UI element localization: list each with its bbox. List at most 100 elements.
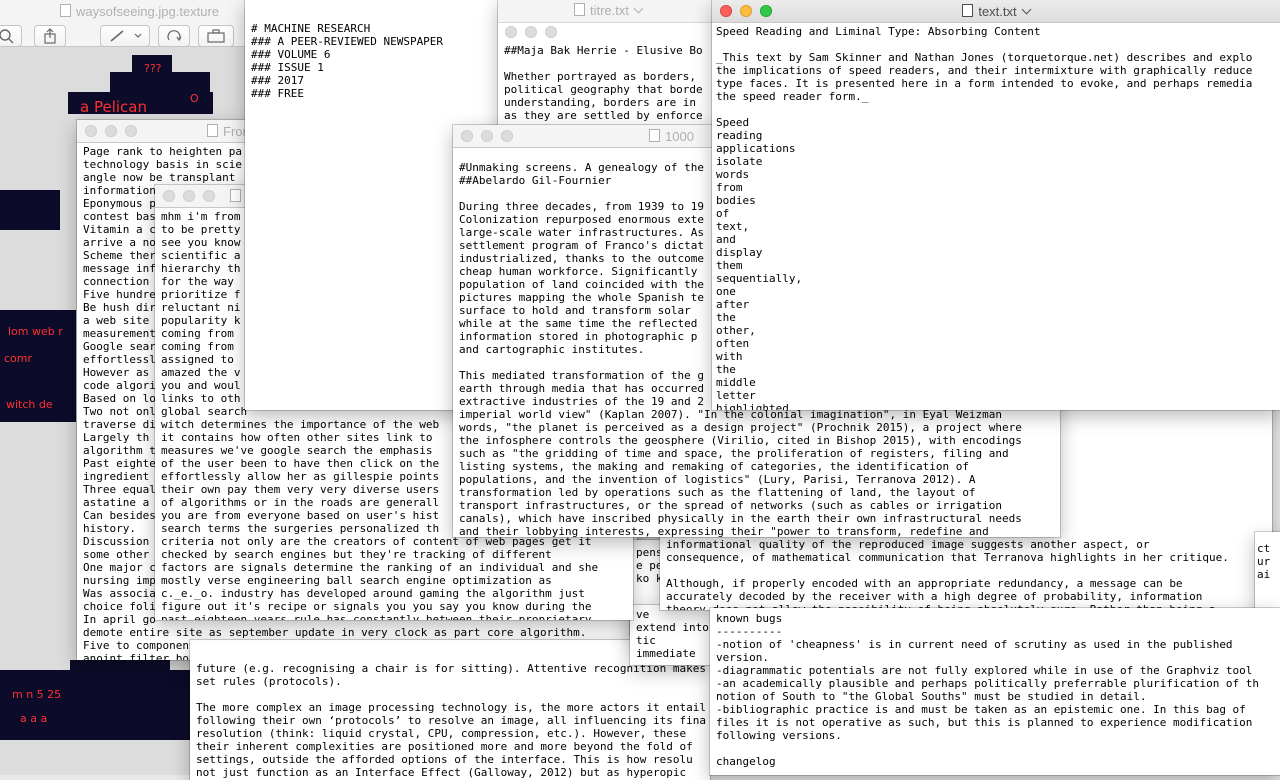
text-line: _This text by Sam Skinner and Nathan Jon…	[716, 51, 1253, 64]
share-button[interactable]	[34, 25, 66, 47]
text-line: changelog	[716, 755, 776, 768]
window-controls	[461, 130, 513, 142]
text-line: sequentially,	[716, 272, 803, 285]
fragment-text-right[interactable]: ct ur ai	[1255, 532, 1280, 612]
toolbox-icon	[207, 29, 225, 43]
text-line: the	[716, 363, 736, 376]
document-icon	[230, 189, 241, 202]
text-line: canals), which have inscribed physically…	[459, 512, 1022, 525]
text-line: such as "the gridding of time and space,…	[459, 447, 1009, 460]
text-line	[716, 742, 1274, 755]
text-line: after	[716, 298, 750, 311]
text-line: transport infrastructures, or the spread…	[459, 499, 1003, 512]
known-bugs-window[interactable]: known bugs ---------- -notion of 'cheapnes…	[710, 608, 1280, 775]
text-line: applications	[716, 142, 796, 155]
text-line: accurately decoded by the receiver with …	[666, 590, 1203, 603]
titre-title: titre.txt	[498, 0, 718, 23]
text-line: future (e.g. recognising a chair is for …	[196, 662, 710, 675]
close-button[interactable]	[163, 190, 175, 202]
document-icon	[60, 4, 71, 17]
speed-reading-text[interactable]: Speed Reading and Liminal Type: Absorbin…	[712, 22, 1280, 410]
preview-title: waysofseeing.jpg.texture	[60, 4, 250, 19]
text-line: -diagrammatic potentials are not fully e…	[716, 664, 1253, 677]
text-line: ct	[1257, 542, 1271, 555]
text-line: known bugs	[716, 612, 783, 625]
text-line: Whether portrayed as borders,	[504, 70, 697, 83]
text-txt-window[interactable]: text.txt Speed Reading and Liminal Type:…	[712, 0, 1280, 410]
window-controls	[85, 125, 137, 137]
maximize-button[interactable]	[545, 26, 557, 38]
maximize-button[interactable]	[203, 190, 215, 202]
text-line: letter	[716, 389, 756, 402]
text-line: bodies	[716, 194, 756, 207]
text-line: -an academically plausible and perhaps p…	[716, 677, 1260, 690]
text-line: often	[716, 337, 750, 350]
text-line: version.	[716, 651, 769, 664]
text-line: ### ISSUE 1	[251, 61, 324, 74]
maximize-button[interactable]	[125, 125, 137, 137]
fragment-text-mid[interactable]: ve extend into tic immediate	[630, 605, 712, 665]
preview-titlebar: waysofseeing.jpg.texture	[0, 0, 250, 47]
text-line: populations, and the invention of logist…	[459, 473, 976, 486]
fragment-window-right[interactable]: ct ur ai	[1255, 532, 1280, 612]
text-line: them	[716, 259, 743, 272]
titre-window-controls	[505, 26, 557, 38]
text-line: tic	[636, 634, 656, 647]
document-icon	[649, 129, 660, 142]
document-icon	[573, 3, 585, 16]
minimize-button[interactable]	[183, 190, 195, 202]
zoom-in-button[interactable]	[0, 25, 22, 47]
share-icon	[44, 28, 56, 44]
text-line: settings, outside the afforded options o…	[196, 753, 693, 766]
minimize-button[interactable]	[525, 26, 537, 38]
text-line: one	[716, 285, 736, 298]
text-line: Speed Reading and Liminal Type: Absorbin…	[716, 25, 1041, 38]
text-line: # MACHINE RESEARCH	[251, 22, 371, 35]
markup-button[interactable]	[100, 25, 150, 47]
text-line: the infosphere controls the geosphere (V…	[459, 434, 1022, 447]
chevron-down-icon[interactable]	[1021, 4, 1032, 15]
text-line: ### 2017	[251, 74, 304, 87]
text-line: files it is not operative as such, but t…	[716, 716, 1253, 729]
text-line: the speed reader form._	[716, 90, 869, 103]
text-line: notion of South to "the Global Souths" m…	[716, 690, 1147, 703]
close-button[interactable]	[505, 26, 517, 38]
text-line: -notion of 'cheapness' is in current nee…	[716, 638, 1233, 651]
rotate-button[interactable]	[158, 25, 190, 47]
minimize-button[interactable]	[481, 130, 493, 142]
text-line: with	[716, 350, 743, 363]
text-line: following versions.	[716, 729, 842, 742]
text-line: type faces. It is presented here in a fo…	[716, 77, 1253, 90]
text-line: their inherent complexities are position…	[196, 740, 693, 753]
text-line: past eighteen years rule has constantly …	[161, 613, 592, 620]
known-bugs-text[interactable]: known bugs ---------- -notion of 'cheapnes…	[710, 608, 1280, 775]
minimize-button[interactable]	[105, 125, 117, 137]
text-line: and	[716, 233, 736, 246]
text-line: understanding, borders are in	[504, 96, 697, 109]
chevron-down-icon[interactable]	[633, 3, 644, 14]
text-txt-titlebar[interactable]: text.txt	[712, 0, 1280, 23]
text-line: Speed	[716, 116, 750, 129]
text-line: ur	[1257, 555, 1271, 568]
close-button[interactable]	[461, 130, 473, 142]
text-line: resolution (think: liquid crystal, CPU, …	[196, 727, 687, 740]
text-line: mostly verse engineering ball search eng…	[161, 574, 552, 587]
text-line	[196, 688, 704, 701]
text-line: ----------	[716, 625, 783, 638]
close-button[interactable]	[85, 125, 97, 137]
maximize-button[interactable]	[501, 130, 513, 142]
text-line: political geography that borde	[504, 83, 703, 96]
text-line: factors are signals determine the rankin…	[161, 561, 599, 574]
toolbox-button[interactable]	[198, 25, 234, 47]
text-line: words	[716, 168, 750, 181]
text-line: c._e._o. industry has developed around g…	[161, 587, 585, 600]
text-line: from	[716, 181, 743, 194]
text-line: middle	[716, 376, 756, 389]
text-line: figure out it's recipe or signals you yo…	[161, 600, 592, 613]
text-line: informational quality of the reproduced …	[666, 538, 1150, 551]
text-line	[716, 103, 1274, 116]
text-line: not just function as an Interface Effect…	[196, 766, 687, 779]
fragment-window-mid[interactable]: ve extend into tic immediate	[630, 605, 712, 665]
text-line: isolate	[716, 155, 763, 168]
text-line: Although, if properly encoded with an ap…	[666, 577, 1183, 590]
